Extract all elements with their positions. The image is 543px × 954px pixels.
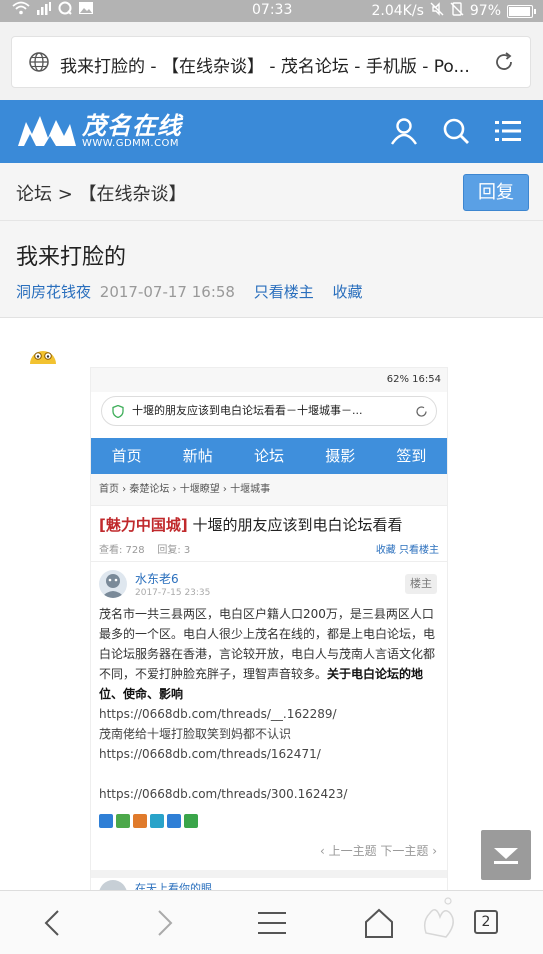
reply-button[interactable]: 回复 xyxy=(463,174,529,211)
reload-icon[interactable] xyxy=(492,50,516,74)
logo-text-en: WWW.GDMM.COM xyxy=(82,138,180,149)
back-icon[interactable] xyxy=(36,905,72,941)
thread-header: 我来打脸的 洞房花钱夜 2017-07-17 16:58 只看楼主 收藏 xyxy=(0,221,543,318)
embedded-nav: 首页 新帖 论坛 摄影 签到 xyxy=(91,438,447,474)
thread-meta: 洞房花钱夜 2017-07-17 16:58 只看楼主 收藏 xyxy=(16,281,363,302)
status-icons-right: 2.04K/s 97% xyxy=(371,2,536,20)
embedded-link-3: https://0668db.com/threads/300.162423/ xyxy=(99,787,348,801)
embedded-mid-line: 茂南佬给十堰打脸取笑到妈都不认识 xyxy=(99,727,292,741)
embedded-breadcrumb: 首页 › 秦楚论坛 › 十堰瞭望 › 十堰城事 xyxy=(91,474,447,506)
signal-icon xyxy=(36,1,52,21)
embedded-thread-title: [魅力中国城] 十堰的朋友应该到电白论坛看看 xyxy=(91,506,447,540)
embedded-stats: 查看: 728 回复: 3 收藏 只看楼主 xyxy=(91,540,447,562)
embedded-poster-time: 2017-7-15 23:35 xyxy=(135,588,211,598)
menu-icon[interactable] xyxy=(254,905,290,941)
logo-text-cn: 茂名在线 xyxy=(82,112,182,140)
embedded-replies: 回复: 3 xyxy=(157,545,191,556)
breadcrumb-bar: 论坛 > 【在线杂谈】 xyxy=(0,163,543,221)
embedded-next-post: 在天上看你的眼 xyxy=(91,870,447,890)
thread-author[interactable]: 洞房花钱夜 xyxy=(16,283,91,301)
only-op-link[interactable]: 只看楼主 xyxy=(254,283,314,301)
user-icon[interactable] xyxy=(389,116,419,146)
embedded-link-1: https://0668db.com/threads/__.162289/ xyxy=(99,707,337,721)
embedded-address-bar: 十堰的朋友应该到电白论坛看看－十堰城事－... xyxy=(101,396,437,426)
embedded-nav-signin: 签到 xyxy=(396,447,427,465)
embedded-title-text: 十堰的朋友应该到电白论坛看看 xyxy=(187,516,403,534)
battery-icon xyxy=(507,4,536,18)
thread-title: 我来打脸的 xyxy=(16,245,127,270)
embedded-nav-home: 首页 xyxy=(111,447,142,465)
embedded-screenshot[interactable]: 62% 16:54 十堰的朋友应该到电白论坛看看－十堰城事－... 首页 新帖 … xyxy=(91,368,447,890)
home-icon[interactable] xyxy=(361,905,397,941)
embedded-nav-photo: 摄影 xyxy=(325,447,356,465)
embedded-stats-links: 收藏 只看楼主 xyxy=(375,545,439,556)
embedded-nav-new: 新帖 xyxy=(182,447,213,465)
embedded-poster: 水东老6 2017-7-15 23:35 楼主 xyxy=(91,562,447,604)
battery-percent: 97% xyxy=(469,3,501,19)
menu-list-icon[interactable] xyxy=(493,116,523,146)
embedded-link-2: https://0668db.com/threads/162471/ xyxy=(99,747,321,761)
address-bar[interactable]: 我来打脸的 - 【在线杂谈】 - 茂名论坛 - 手机版 - Po... xyxy=(11,36,531,88)
status-icons-left xyxy=(12,1,94,21)
share-renren-icon xyxy=(167,814,181,828)
vibrate-off-icon xyxy=(450,2,464,20)
embedded-op-badge: 楼主 xyxy=(405,574,437,594)
forward-icon[interactable] xyxy=(146,905,182,941)
share-weibo-icon xyxy=(133,814,147,828)
share-plus-icon xyxy=(99,814,113,828)
scroll-to-bottom-button[interactable] xyxy=(481,830,531,880)
page-title: 我来打脸的 - 【在线杂谈】 - 茂名论坛 - 手机版 - Po... xyxy=(60,57,470,77)
globe-icon xyxy=(29,52,49,72)
site-logo[interactable]: 茂名在线 WWW.GDMM.COM xyxy=(16,112,182,152)
battery-fill xyxy=(509,6,531,16)
tab-count-button[interactable]: 2 xyxy=(474,910,498,934)
embedded-avatar xyxy=(99,570,127,598)
thread-date: 2017-07-17 16:58 xyxy=(99,283,235,301)
search-icon[interactable] xyxy=(441,116,471,146)
browser-bottom-nav xyxy=(0,890,543,954)
browser-toolbar: 我来打脸的 - 【在线杂谈】 - 茂名论坛 - 手机版 - Po... xyxy=(0,22,543,100)
wifi-icon xyxy=(12,1,30,21)
image-icon xyxy=(78,1,94,21)
share-tencent-icon xyxy=(150,814,164,828)
logo-mark-icon xyxy=(18,116,76,146)
embedded-url-title: 十堰的朋友应该到电白论坛看看－十堰城事－... xyxy=(132,404,363,417)
net-speed: 2.04K/s xyxy=(371,3,424,19)
share-qzone-icon xyxy=(116,814,130,828)
site-header: 茂名在线 WWW.GDMM.COM xyxy=(0,100,543,163)
status-time: 07:33 xyxy=(252,2,293,18)
shield-icon xyxy=(112,405,124,418)
favorite-link[interactable]: 收藏 xyxy=(333,283,363,301)
embedded-next-name: 在天上看你的眼 xyxy=(135,882,212,890)
embedded-poster-name: 水东老6 xyxy=(135,572,179,586)
embedded-pager: ‹ 上一主题 下一主题 › xyxy=(319,844,437,858)
embedded-views: 查看: 728 xyxy=(99,545,145,556)
embedded-tag: [魅力中国城] xyxy=(99,516,188,534)
arrow-down-bar-icon xyxy=(494,848,518,864)
embedded-nav-forum: 论坛 xyxy=(254,447,285,465)
embedded-status: 62% 16:54 xyxy=(91,368,447,392)
gesture-watermark-icon xyxy=(423,897,454,938)
breadcrumb[interactable]: 论坛 > 【在线杂谈】 xyxy=(16,180,187,206)
mute-icon xyxy=(430,2,444,20)
post-body: 62% 16:54 十堰的朋友应该到电白论坛看看－十堰城事－... 首页 新帖 … xyxy=(0,318,543,890)
embedded-post-text: 茂名市一共三县两区，电白区户籍人口200万，是三县两区人口最多的一个区。电白人很… xyxy=(91,604,447,704)
embarrassed-emoji-icon xyxy=(30,351,56,364)
chat-icon xyxy=(58,1,72,21)
status-bar: 07:33 2.04K/s 97% xyxy=(0,0,543,22)
embedded-share-icons xyxy=(91,804,447,828)
embedded-next-avatar xyxy=(99,880,127,890)
embedded-reload-icon xyxy=(416,406,427,417)
share-wechat-icon xyxy=(184,814,198,828)
